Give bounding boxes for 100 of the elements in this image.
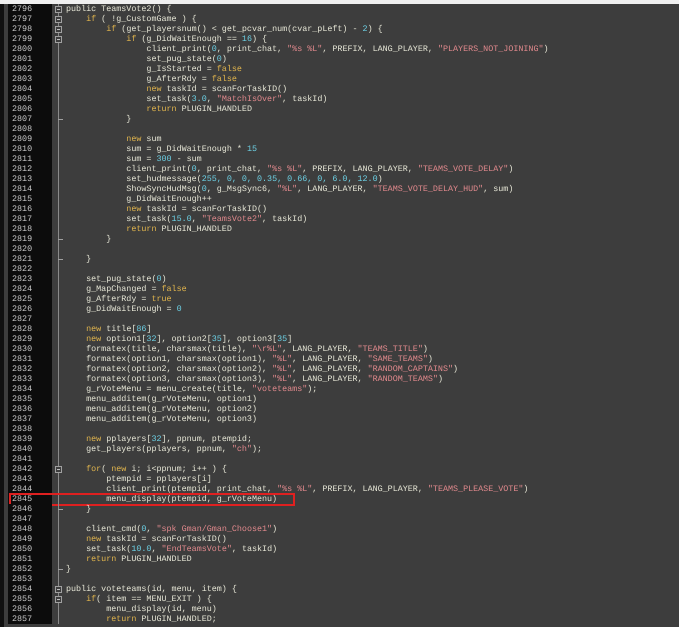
line-number: 2829	[8, 334, 52, 344]
code-line: client_print(ptempid, print_chat, "%s %L", PREFIX, LANG_PLAYER, "TEAMS_PLEASE_VOTE")	[105, 484, 528, 494]
line-number: 2812	[8, 164, 52, 174]
line-number: 2813	[8, 174, 52, 184]
fold-toggle-icon[interactable]	[55, 26, 62, 33]
code-line: g_MapChanged = false	[85, 284, 187, 294]
code-line: set_pug_state(0)	[145, 54, 227, 64]
line-number: 2843	[8, 474, 52, 484]
line-number: 2816	[8, 204, 52, 214]
line-number: 2830	[8, 344, 52, 354]
line-number: 2804	[8, 84, 52, 94]
code-line: new title[86]	[85, 324, 152, 334]
line-number: 2855	[8, 594, 52, 604]
line-number: 2854	[8, 584, 52, 594]
line-number: 2817	[8, 214, 52, 224]
code-line: new option1[32], option2[35], option3[35]	[85, 334, 292, 344]
code-line: menu_additem(g_rVoteMenu, option1)	[85, 394, 257, 404]
line-number: 2841	[8, 454, 52, 464]
code-line: formatex(option3, charsmax(option3), "%L", LANG_PLAYER, "RANDOM_TEAMS")	[85, 374, 443, 384]
code-line: g_IsStarted = false	[145, 64, 242, 74]
code-line: menu_display(id, menu)	[105, 604, 217, 614]
line-number: 2828	[8, 324, 52, 334]
code-line: g_DidWaitEnough = 0	[85, 304, 182, 314]
line-number: 2833	[8, 374, 52, 384]
code-line: }	[85, 254, 92, 264]
code-line: get_players(pplayers, ppnum, "ch");	[85, 444, 262, 454]
line-number: 2820	[8, 244, 52, 254]
fold-toggle-icon[interactable]	[55, 16, 62, 23]
line-number: 2809	[8, 134, 52, 144]
line-number: 2814	[8, 184, 52, 194]
line-number: 2819	[8, 234, 52, 244]
line-number: 2836	[8, 404, 52, 414]
line-number: 2801	[8, 54, 52, 64]
line-number: 2824	[8, 284, 52, 294]
code-line: new taskId = scanForTaskID()	[145, 84, 288, 94]
fold-toggle-icon[interactable]	[55, 6, 62, 13]
line-number: 2808	[8, 124, 52, 134]
code-line: return PLUGIN_HANDLED;	[105, 614, 217, 624]
code-line: menu_additem(g_rVoteMenu, option2)	[85, 404, 257, 414]
line-number: 2834	[8, 384, 52, 394]
line-number: 2825	[8, 294, 52, 304]
line-number: 2835	[8, 394, 52, 404]
code-line: }	[105, 234, 112, 244]
line-number: 2807	[8, 114, 52, 124]
line-number: 2799	[8, 34, 52, 44]
code-line: set_hudmessage(255, 0, 0, 0.35, 0.66, 0, 6.0, 12.0)	[125, 174, 383, 184]
code-line: g_AfterRdy = true	[85, 294, 172, 304]
code-line: new taskId = scanForTaskID()	[85, 534, 227, 544]
line-number: 2796	[8, 4, 52, 14]
line-number: 2822	[8, 264, 52, 274]
fold-toggle-icon[interactable]	[55, 586, 62, 593]
fold-toggle-icon[interactable]	[55, 36, 62, 43]
code-line: set_task(3.0, "MatchIsOver", taskId)	[145, 94, 328, 104]
line-number: 2806	[8, 104, 52, 114]
code-line: client_print(0, print_chat, "%s %L", PREFIX, LANG_PLAYER, "PLAYERS_NOT_JOINING")	[145, 44, 549, 54]
code-line: if (g_DidWaitEnough == 16) {	[125, 34, 268, 44]
line-number: 2803	[8, 74, 52, 84]
fold-toggle-icon[interactable]	[55, 596, 62, 603]
code-line: }	[66, 564, 72, 574]
code-line: ptempid = pplayers[i]	[105, 474, 212, 484]
code-line: g_rVoteMenu = menu_create(title, "voteteams");	[85, 384, 318, 394]
code-line: formatex(option1, charsmax(option1), "%L", LANG_PLAYER, "SAME_TEAMS")	[85, 354, 433, 364]
line-number: 2827	[8, 314, 52, 324]
code-line: set_task(10.0, "EndTeamsVote", taskId)	[85, 544, 278, 554]
code-line: client_print(0, print_chat, "%s %L", PREFIX, LANG_PLAYER, "TEAMS_VOTE_DELAY")	[125, 164, 514, 174]
code-line: menu_additem(g_rVoteMenu, option3)	[85, 414, 257, 424]
line-number: 2810	[8, 144, 52, 154]
code-line: public TeamsVote2() {	[66, 4, 172, 14]
line-number: 2832	[8, 364, 52, 374]
line-number: 2850	[8, 544, 52, 554]
line-number: 2857	[8, 614, 52, 624]
code-line: g_AfterRdy = false	[145, 74, 237, 84]
code-line: set_pug_state(0)	[85, 274, 167, 284]
line-number: 2839	[8, 434, 52, 444]
code-line: ShowSyncHudMsg(0, g_MsgSync6, "%L", LANG_PLAYER, "TEAMS_VOTE_DELAY_HUD", sum)	[125, 184, 514, 194]
line-number: 2831	[8, 354, 52, 364]
line-number: 2818	[8, 224, 52, 234]
fold-toggle-icon[interactable]	[55, 466, 62, 473]
line-number: 2846	[8, 504, 52, 514]
line-number: 2838	[8, 424, 52, 434]
code-line: new sum	[125, 134, 162, 144]
code-line: set_task(15.0, "TeamsVote2", taskId)	[125, 214, 308, 224]
code-line: for( new i; i<ppnum; i++ ) {	[85, 464, 227, 474]
line-number: 2815	[8, 194, 52, 204]
code-line: public voteteams(id, menu, item) {	[66, 584, 237, 594]
code-line: return PLUGIN_HANDLED	[85, 554, 192, 564]
code-line: return PLUGIN_HANDLED	[145, 104, 252, 114]
line-number: 2797	[8, 14, 52, 24]
code-line: formatex(title, charsmax(title), "\r%L", LANG_PLAYER, "TEAMS_TITLE")	[85, 344, 428, 354]
line-number: 2811	[8, 154, 52, 164]
line-number: 2826	[8, 304, 52, 314]
line-number: 2853	[8, 574, 52, 584]
line-number: 2844	[8, 484, 52, 494]
code-line: if( item == MENU_EXIT ) {	[85, 594, 212, 604]
line-number: 2802	[8, 64, 52, 74]
code-line: }	[125, 114, 132, 124]
line-number: 2821	[8, 254, 52, 264]
line-number: 2852	[8, 564, 52, 574]
line-number: 2837	[8, 414, 52, 424]
code-line: formatex(option2, charsmax(option2), "%L", LANG_PLAYER, "RANDOM_CAPTAINS")	[85, 364, 458, 374]
